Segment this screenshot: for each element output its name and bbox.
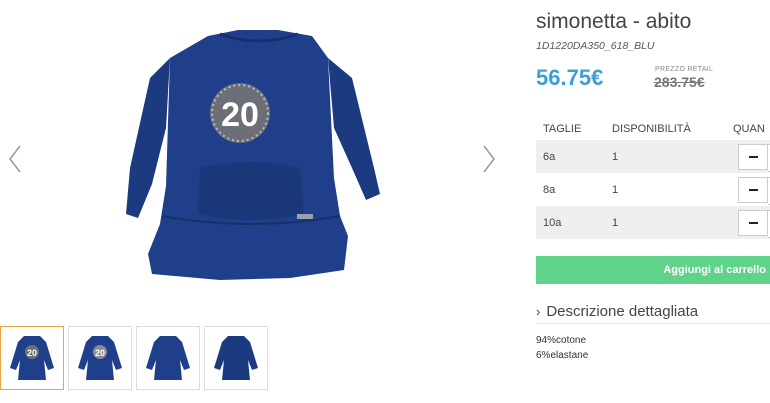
minus-icon xyxy=(748,188,758,191)
table-row: 10a 1 xyxy=(536,206,770,239)
chevron-right-icon: › xyxy=(536,304,541,319)
dress-thumbnail-image xyxy=(214,336,258,380)
svg-text:20: 20 xyxy=(95,348,105,358)
header-availability: DISPONIBILITÀ xyxy=(612,123,691,135)
table-row: 8a 1 xyxy=(536,173,770,206)
size-table: TAGLIE DISPONIBILITÀ QUAN 6a 1 8a 1 10a … xyxy=(536,118,770,239)
product-price: 56.75€ xyxy=(536,65,604,90)
availability-value: 1 xyxy=(612,216,619,229)
product-info-panel: simonetta - abito 1D1220DA350_618_BLU 56… xyxy=(536,0,770,403)
size-table-header: TAGLIE DISPONIBILITÀ QUAN xyxy=(536,118,770,140)
quantity-decrement-button[interactable] xyxy=(738,143,770,172)
minus-icon xyxy=(748,221,758,224)
svg-text:20: 20 xyxy=(27,348,37,358)
minus-icon xyxy=(748,155,758,158)
chevron-left-icon[interactable] xyxy=(6,142,24,176)
size-value: 8a xyxy=(543,183,556,196)
dress-thumbnail-image: 20 xyxy=(10,336,54,380)
thumbnail-strip: 20 20 xyxy=(0,326,268,390)
availability-value: 1 xyxy=(612,183,619,196)
print-number-text: 20 xyxy=(221,96,259,134)
description-line: 94%cotone xyxy=(536,335,587,346)
description-line: 6%elastane xyxy=(536,350,589,361)
availability-value: 1 xyxy=(612,150,619,163)
product-title: simonetta - abito xyxy=(536,10,692,33)
description-text: 94%cotone 6%elastane xyxy=(536,333,588,363)
description-toggle-label: Descrizione dettagliata xyxy=(546,303,699,320)
size-value: 6a xyxy=(543,150,556,163)
chevron-right-icon[interactable] xyxy=(480,142,498,176)
product-sku: 1D1220DA350_618_BLU xyxy=(536,40,655,52)
retail-price: 283.75€ xyxy=(654,74,705,90)
product-gallery: 20 20 20 xyxy=(0,0,505,403)
thumbnail-2[interactable]: 20 xyxy=(68,326,132,390)
retail-price-label: PREZZO RETAIL xyxy=(655,66,714,73)
quantity-decrement-button[interactable] xyxy=(738,176,770,205)
quantity-decrement-button[interactable] xyxy=(738,209,770,238)
description-toggle[interactable]: › Descrizione dettagliata xyxy=(536,300,770,324)
header-sizes: TAGLIE xyxy=(543,123,582,135)
thumbnail-3[interactable] xyxy=(136,326,200,390)
header-quantity: QUAN xyxy=(733,123,765,135)
add-to-cart-button[interactable]: Aggiungi al carrello xyxy=(536,256,770,284)
dress-thumbnail-image xyxy=(146,336,190,380)
table-row: 6a 1 xyxy=(536,140,770,173)
product-main-image: 20 xyxy=(126,30,380,280)
thumbnail-1[interactable]: 20 xyxy=(0,326,64,390)
thumbnail-4[interactable] xyxy=(204,326,268,390)
dress-thumbnail-image: 20 xyxy=(78,336,122,380)
size-value: 10a xyxy=(543,216,562,229)
